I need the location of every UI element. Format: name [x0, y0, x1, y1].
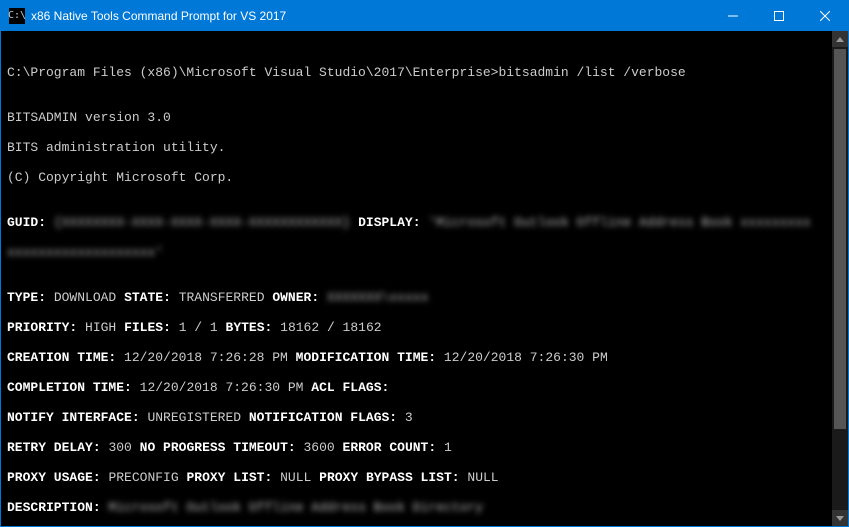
priority-value: HIGH: [85, 320, 116, 335]
files-label: FILES:: [124, 320, 171, 335]
scrollbar-thumb[interactable]: [834, 49, 846, 429]
minimize-button[interactable]: [710, 1, 756, 31]
type-label: TYPE:: [7, 290, 46, 305]
scroll-down-button[interactable]: [832, 510, 848, 526]
owner-value: XXXXXXX\xxxxx: [327, 290, 428, 305]
files-value: 1 / 1: [179, 320, 218, 335]
bytes-value: 18162 / 18162: [280, 320, 381, 335]
proxy-bypass-list-label: PROXY BYPASS LIST:: [319, 470, 459, 485]
header-line2: BITS administration utility.: [7, 140, 826, 155]
modification-time-label: MODIFICATION TIME:: [296, 350, 436, 365]
window-controls: [710, 1, 848, 31]
completion-time-label: COMPLETION TIME:: [7, 380, 132, 395]
priority-label: PRIORITY:: [7, 320, 77, 335]
proxy-usage-label: PROXY USAGE:: [7, 470, 101, 485]
bytes-label: BYTES:: [226, 320, 273, 335]
header-line3: (C) Copyright Microsoft Corp.: [7, 170, 826, 185]
prompt-command: bitsadmin /list /verbose: [498, 65, 685, 80]
scrollbar[interactable]: [832, 31, 848, 526]
display-value-2: xxxxxxxxxxxxxxxxxxx': [7, 245, 163, 260]
guid-value: {XXXXXXXX-XXXX-XXXX-XXXX-XXXXXXXXXXXX}: [54, 215, 350, 230]
close-button[interactable]: [802, 1, 848, 31]
notify-interface-value: UNREGISTERED: [147, 410, 241, 425]
description-label: DESCRIPTION:: [7, 500, 101, 515]
error-count-label: ERROR COUNT:: [343, 440, 437, 455]
proxy-list-label: PROXY LIST:: [186, 470, 272, 485]
display-label: DISPLAY:: [358, 215, 420, 230]
notification-flags-label: NOTIFICATION FLAGS:: [249, 410, 397, 425]
display-value: 'Microsoft Outlook Offline Address Book …: [428, 215, 810, 230]
completion-time-value: 12/20/2018 7:26:30 PM: [140, 380, 304, 395]
retry-delay-value: 300: [108, 440, 131, 455]
terminal-icon: C:\: [9, 8, 25, 24]
titlebar[interactable]: C:\ x86 Native Tools Command Prompt for …: [1, 1, 848, 31]
acl-flags-label: ACL FLAGS:: [311, 380, 389, 395]
state-label: STATE:: [124, 290, 171, 305]
prompt-path: C:\Program Files (x86)\Microsoft Visual …: [7, 65, 498, 80]
terminal-output[interactable]: C:\Program Files (x86)\Microsoft Visual …: [1, 31, 832, 526]
window-title: x86 Native Tools Command Prompt for VS 2…: [31, 9, 286, 23]
proxy-list-value: NULL: [280, 470, 311, 485]
proxy-bypass-list-value: NULL: [467, 470, 498, 485]
notification-flags-value: 3: [405, 410, 413, 425]
owner-label: OWNER:: [272, 290, 319, 305]
maximize-button[interactable]: [756, 1, 802, 31]
creation-time-label: CREATION TIME:: [7, 350, 116, 365]
proxy-usage-value: PRECONFIG: [108, 470, 178, 485]
error-count-value: 1: [444, 440, 452, 455]
terminal-area: C:\Program Files (x86)\Microsoft Visual …: [1, 31, 848, 526]
window-frame: C:\ x86 Native Tools Command Prompt for …: [0, 0, 849, 527]
scroll-up-button[interactable]: [832, 31, 848, 47]
creation-time-value: 12/20/2018 7:26:28 PM: [124, 350, 288, 365]
notify-interface-label: NOTIFY INTERFACE:: [7, 410, 140, 425]
type-value: DOWNLOAD: [54, 290, 116, 305]
no-progress-timeout-value: 3600: [304, 440, 335, 455]
retry-delay-label: RETRY DELAY:: [7, 440, 101, 455]
guid-label: GUID:: [7, 215, 46, 230]
description-value: Microsoft Outlook Offline Address Book D…: [108, 500, 482, 515]
no-progress-timeout-label: NO PROGRESS TIMEOUT:: [140, 440, 296, 455]
state-value: TRANSFERRED: [179, 290, 265, 305]
modification-time-value: 12/20/2018 7:26:30 PM: [444, 350, 608, 365]
header-line1: BITSADMIN version 3.0: [7, 110, 826, 125]
